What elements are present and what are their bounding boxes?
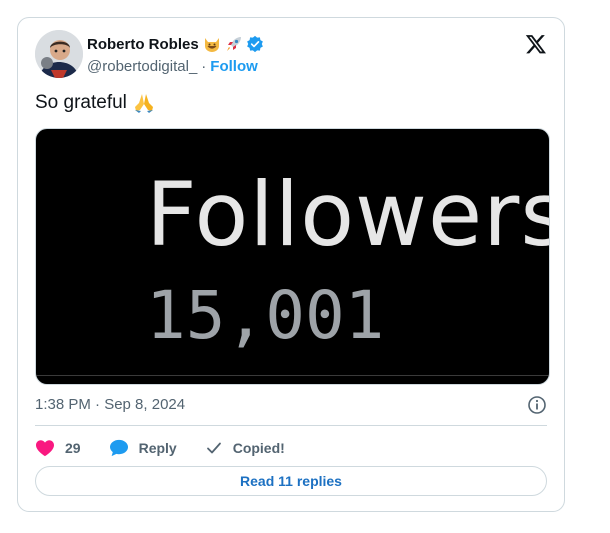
media-follower-count: 15,001 <box>146 277 385 354</box>
heart-icon <box>36 440 54 457</box>
avatar[interactable] <box>35 30 83 78</box>
like-button[interactable]: 29 <box>35 439 81 457</box>
rocket-emoji-icon <box>225 35 243 53</box>
media-followers-label: Followers <box>146 163 550 266</box>
author-name-row: Roberto Robles <box>87 34 264 54</box>
author-handle[interactable]: @robertodigital_ <box>87 58 197 75</box>
separator: · <box>201 58 207 75</box>
tweet-card: Roberto Robles @robertodigital_ · Follow… <box>17 17 565 512</box>
tweet-timestamp[interactable]: 1:38 PM · Sep 8, 2024 <box>35 396 185 413</box>
tweet-actions: 29 Reply Copied! <box>35 436 313 460</box>
copy-link-button[interactable]: Copied! <box>205 439 285 457</box>
tweet-media-image[interactable]: Followers 15,001 <box>35 128 550 385</box>
reply-bubble-icon <box>109 439 128 457</box>
verified-badge-icon <box>246 35 264 53</box>
author-name[interactable]: Roberto Robles <box>87 36 199 53</box>
cat-emoji-icon <box>203 35 221 53</box>
x-logo-icon[interactable] <box>525 33 547 55</box>
like-count: 29 <box>65 440 81 456</box>
follow-link[interactable]: Follow <box>210 58 258 75</box>
reply-button[interactable]: Reply <box>109 439 177 457</box>
info-icon[interactable] <box>527 395 547 415</box>
pray-emoji-icon <box>133 92 155 114</box>
tweet-text: So grateful <box>35 92 155 114</box>
copied-label: Copied! <box>232 440 285 456</box>
tweet-text-content: So grateful <box>35 92 127 113</box>
reply-label: Reply <box>138 440 177 456</box>
media-divider <box>36 375 549 376</box>
check-icon <box>206 442 221 454</box>
read-replies-button[interactable]: Read 11 replies <box>35 466 547 496</box>
author-handle-row: @robertodigital_ · Follow <box>87 58 258 75</box>
actions-divider <box>35 425 547 426</box>
